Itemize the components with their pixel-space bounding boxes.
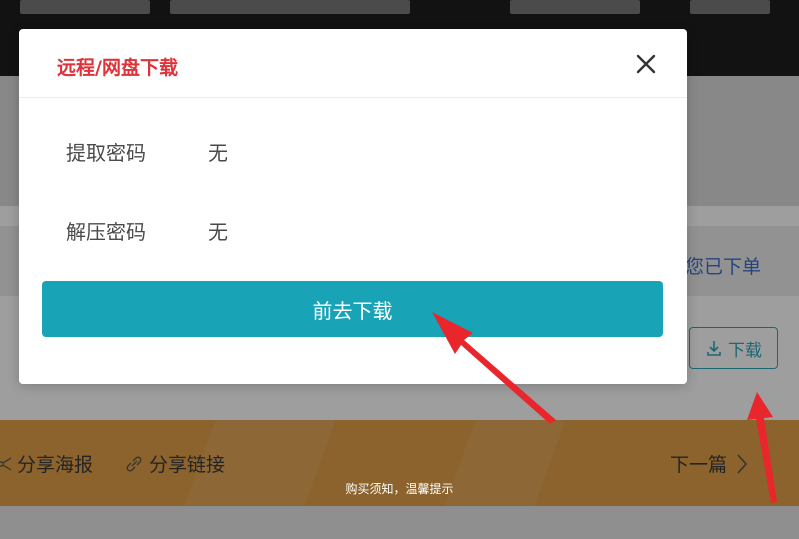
modal-title: 远程/网盘下载 — [57, 57, 178, 79]
go-download-button[interactable]: 前去下载 — [42, 281, 663, 337]
extract-password-row: 提取密码 无 — [66, 137, 228, 166]
unzip-password-label: 解压密码 — [66, 220, 146, 244]
close-icon — [636, 54, 656, 74]
unzip-password-value: 无 — [208, 220, 228, 244]
unzip-password-row: 解压密码 无 — [66, 216, 228, 245]
close-button[interactable] — [633, 51, 659, 77]
purchase-note: 购买须知，温馨提示 — [345, 482, 454, 496]
extract-password-label: 提取密码 — [66, 141, 146, 165]
modal-header: 远程/网盘下载 — [19, 29, 687, 98]
extract-password-value: 无 — [208, 141, 228, 165]
download-modal: 远程/网盘下载 提取密码 无 解压密码 无 前去下载 — [19, 29, 687, 384]
